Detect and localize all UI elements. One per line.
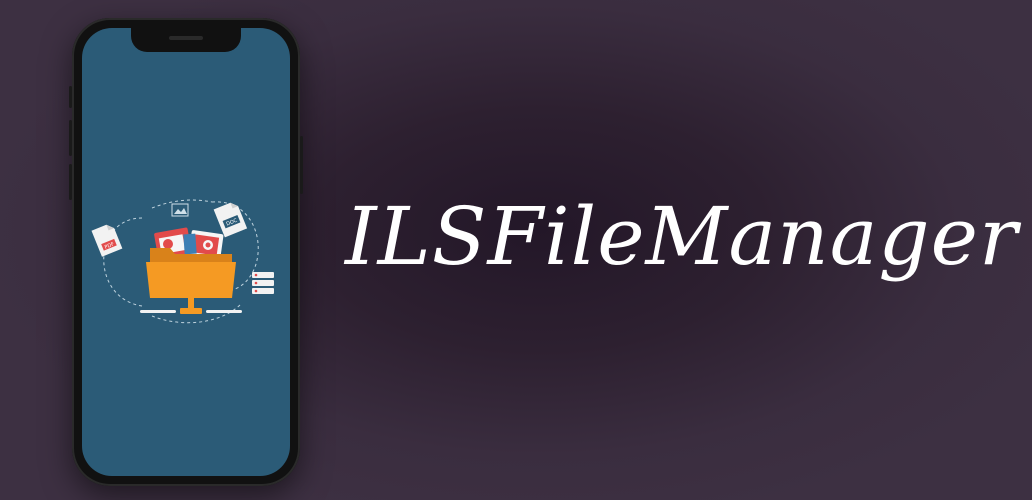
power-button xyxy=(300,136,303,194)
volume-up-button xyxy=(69,120,72,156)
file-manager-illustration: PDF DOC xyxy=(91,199,274,324)
doc-file-icon: DOC xyxy=(213,202,248,238)
pdf-file-icon: PDF xyxy=(91,224,123,257)
volume-down-button xyxy=(69,164,72,200)
server-icon xyxy=(252,272,274,294)
notch xyxy=(131,28,241,52)
phone-screen: PDF DOC xyxy=(82,28,290,476)
silent-switch xyxy=(69,86,72,108)
app-title: ILSFileManager xyxy=(345,190,1019,283)
speaker-grille xyxy=(169,36,203,40)
folder-icon xyxy=(146,248,236,298)
image-file-icon xyxy=(171,203,189,217)
network-stand-icon xyxy=(140,298,242,314)
phone-mockup: PDF DOC xyxy=(69,18,303,486)
